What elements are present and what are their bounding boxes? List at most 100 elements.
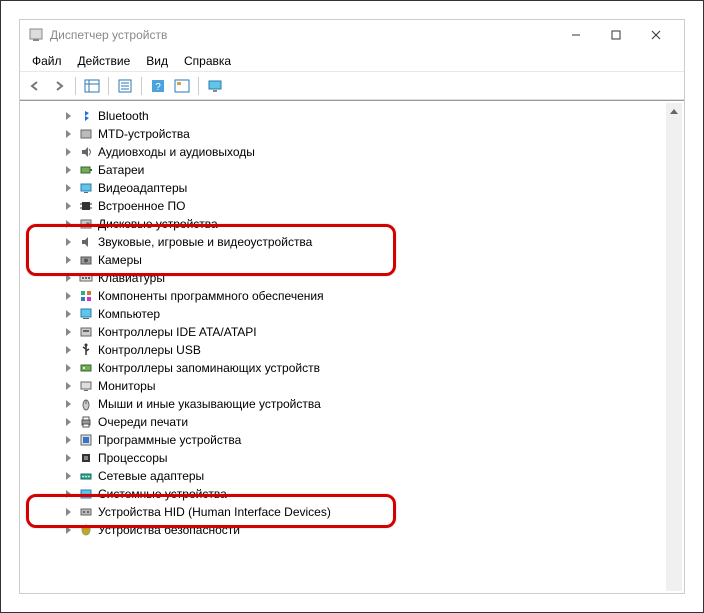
tree-node[interactable]: Устройства HID (Human Interface Devices) [22,503,666,521]
tree-node[interactable]: Встроенное ПО [22,197,666,215]
tree-node[interactable]: Контроллеры запоминающих устройств [22,359,666,377]
tree-node-label: Видеоадаптеры [98,181,187,195]
tree-node-label: Аудиовходы и аудиовыходы [98,145,255,159]
menu-view[interactable]: Вид [138,52,176,70]
scan-button[interactable] [171,75,193,97]
menu-file[interactable]: Файл [24,52,70,70]
tree-node[interactable]: Системные устройства [22,485,666,503]
tree-node[interactable]: Клавиатуры [22,269,666,287]
chevron-right-icon[interactable] [62,416,74,428]
scrollbar-up-arrow[interactable] [666,103,682,119]
show-hidden-button[interactable] [81,75,103,97]
chevron-right-icon[interactable] [62,110,74,122]
tree-node[interactable]: Дисковые устройства [22,215,666,233]
tree-node-label: Батареи [98,163,144,177]
tree-node[interactable]: Аудиовходы и аудиовыходы [22,143,666,161]
audio-icon [78,144,94,160]
chevron-right-icon[interactable] [62,470,74,482]
tree-node[interactable]: Процессоры [22,449,666,467]
tree-node[interactable]: Контроллеры USB [22,341,666,359]
chevron-right-icon[interactable] [62,380,74,392]
tree-node-label: Контроллеры запоминающих устройств [98,361,320,375]
menu-action[interactable]: Действие [70,52,139,70]
screenshot-frame: Диспетчер устройств Файл Действие Вид Сп… [0,0,704,613]
chevron-right-icon[interactable] [62,182,74,194]
menu-help[interactable]: Справка [176,52,239,70]
tree-node[interactable]: Устройства безопасности [22,521,666,539]
device-icon [78,126,94,142]
device-tree[interactable]: Bluetooth MTD-устройства Аудиовходы и ауди… [22,103,666,591]
tree-node[interactable]: Компьютер [22,305,666,323]
tree-node-label: Контроллеры USB [98,343,201,357]
chevron-right-icon[interactable] [62,434,74,446]
sound-icon [78,234,94,250]
tree-node-label: Мониторы [98,379,155,393]
tree-node[interactable]: Камеры [22,251,666,269]
tree-node[interactable]: Батареи [22,161,666,179]
toolbar-separator [108,77,109,95]
cpu-icon [78,450,94,466]
tree-node-label: Камеры [98,253,142,267]
tree-node-label: Bluetooth [98,109,149,123]
chevron-right-icon[interactable] [62,218,74,230]
window-title: Диспетчер устройств [50,28,167,42]
disk-icon [78,216,94,232]
usb-icon [78,342,94,358]
chevron-right-icon[interactable] [62,128,74,140]
forward-button[interactable] [48,75,70,97]
tree-node[interactable]: Очереди печати [22,413,666,431]
chevron-right-icon[interactable] [62,290,74,302]
tree-node[interactable]: Сетевые адаптеры [22,467,666,485]
ide-icon [78,324,94,340]
tree-node[interactable]: Компоненты программного обеспечения [22,287,666,305]
chevron-right-icon[interactable] [62,308,74,320]
chevron-right-icon[interactable] [62,164,74,176]
properties-button[interactable] [114,75,136,97]
chevron-right-icon[interactable] [62,146,74,158]
camera-icon [78,252,94,268]
tree-node[interactable]: Контроллеры IDE ATA/ATAPI [22,323,666,341]
chevron-right-icon[interactable] [62,506,74,518]
security-icon [78,522,94,538]
chevron-right-icon[interactable] [62,272,74,284]
battery-icon [78,162,94,178]
tree-node-label: Компоненты программного обеспечения [98,289,324,303]
tree-node-label: Мыши и иные указывающие устройства [98,397,321,411]
chevron-right-icon[interactable] [62,344,74,356]
chevron-right-icon[interactable] [62,362,74,374]
printer-icon [78,414,94,430]
back-button[interactable] [24,75,46,97]
maximize-button[interactable] [596,21,636,49]
monitor-icon [78,378,94,394]
chevron-right-icon[interactable] [62,398,74,410]
tree-node[interactable]: MTD-устройства [22,125,666,143]
tree-node-label: MTD-устройства [98,127,190,141]
chevron-right-icon[interactable] [62,254,74,266]
chevron-right-icon[interactable] [62,236,74,248]
tree-node[interactable]: Мыши и иные указывающие устройства [22,395,666,413]
network-icon [78,468,94,484]
monitor-button[interactable] [204,75,226,97]
chevron-right-icon[interactable] [62,200,74,212]
tree-node[interactable]: Bluetooth [22,107,666,125]
svg-text:?: ? [155,82,161,93]
software-icon [78,432,94,448]
mouse-icon [78,396,94,412]
help-button[interactable]: ? [147,75,169,97]
close-button[interactable] [636,21,676,49]
chevron-right-icon[interactable] [62,524,74,536]
chevron-right-icon[interactable] [62,488,74,500]
toolbar: ? [20,72,684,100]
chevron-right-icon[interactable] [62,326,74,338]
vertical-scrollbar[interactable] [666,103,682,591]
chevron-right-icon[interactable] [62,452,74,464]
minimize-button[interactable] [556,21,596,49]
tree-node-label: Дисковые устройства [98,217,218,231]
toolbar-separator [141,77,142,95]
tree-node[interactable]: Программные устройства [22,431,666,449]
titlebar: Диспетчер устройств [20,20,684,50]
tree-node[interactable]: Звуковые, игровые и видеоустройства [22,233,666,251]
tree-node[interactable]: Мониторы [22,377,666,395]
tree-node[interactable]: Видеоадаптеры [22,179,666,197]
content-area: Bluetooth MTD-устройства Аудиовходы и ауди… [20,100,684,593]
